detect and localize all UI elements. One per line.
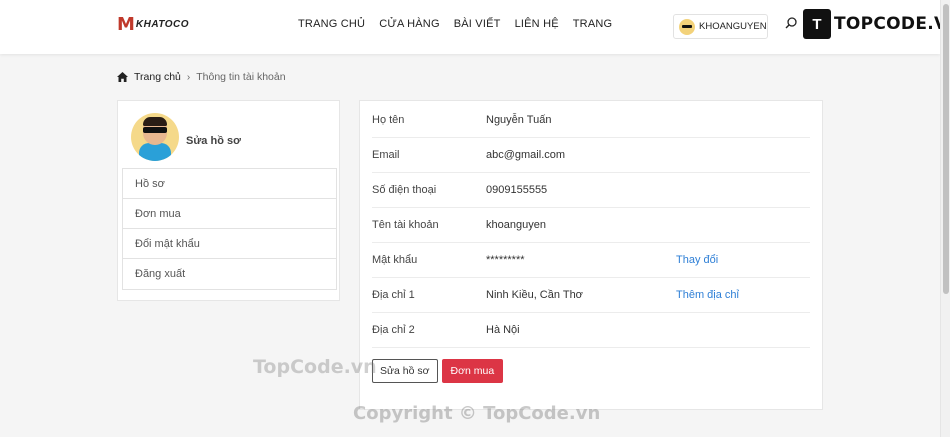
row-value: abc@gmail.com [486,149,566,161]
home-icon [117,72,128,82]
row-label: Địa chỉ 1 [372,289,415,301]
breadcrumb: Trang chủ › Thông tin tài khoản [117,71,286,83]
change-password-link[interactable]: Thay đổi [676,254,718,266]
breadcrumb-home[interactable]: Trang chủ [134,71,181,83]
main-nav: TRANG CHỦ CỬA HÀNG BÀI VIẾT LIÊN HỆ TRAN… [298,18,612,30]
avatar [131,113,179,161]
chevron-right-icon: › [186,71,191,83]
info-row-phone: Số điện thoại 0909155555 [372,173,810,208]
row-label: Họ tên [372,114,405,126]
orders-button[interactable]: Đơn mua [441,359,504,383]
info-row-address-1: Địa chỉ 1 Ninh Kiều, Cần Thơ Thêm địa ch… [372,278,810,313]
account-info-card: Họ tên Nguyễn Tuấn Email abc@gmail.com S… [359,100,823,410]
row-value: ********* [486,254,525,266]
nav-home[interactable]: TRANG CHỦ [298,18,365,30]
logo-text: KHATOCO [135,19,190,30]
user-avatar-icon [679,18,695,35]
info-row-address-2: Địa chỉ 2 Hà Nội [372,313,810,348]
sidebar-item-logout[interactable]: Đăng xuất [123,259,336,289]
row-label: Địa chỉ 2 [372,324,415,336]
page-scrollbar[interactable] [940,0,950,437]
nav-blog[interactable]: BÀI VIẾT [454,18,501,30]
nav-contact[interactable]: LIÊN HỆ [515,18,559,30]
username-label: KHOANGUYEN [699,21,767,32]
topcode-text: TOPCODE.VN [834,14,950,34]
sidebar-item-change-password[interactable]: Đổi mật khẩu [123,229,336,259]
row-label: Số điện thoại [372,184,437,196]
row-value: Hà Nội [486,324,520,336]
edit-profile-link[interactable]: Sửa hồ sơ [186,135,241,147]
top-header: M KHATOCO TRANG CHỦ CỬA HÀNG BÀI VIẾT LI… [0,0,950,54]
watermark-topcode: TopCode.vn [253,356,377,378]
sidebar-menu: Hồ sơ Đơn mua Đổi mật khẩu Đăng xuất [122,168,337,290]
action-buttons: Sửa hồ sơ Đơn mua [372,359,504,383]
sidebar-item-orders[interactable]: Đơn mua [123,199,336,229]
info-row-password: Mật khẩu ********* Thay đổi [372,243,810,278]
profile-sidebar: Sửa hồ sơ Hồ sơ Đơn mua Đổi mật khẩu Đăn… [117,100,340,301]
add-address-link[interactable]: Thêm địa chỉ [676,289,739,301]
user-menu-button[interactable]: KHOANGUYEN [673,14,768,39]
nav-shop[interactable]: CỬA HÀNG [379,18,440,30]
row-label: Tên tài khoản [372,219,439,231]
site-logo[interactable]: M KHATOCO [117,14,189,35]
edit-profile-button[interactable]: Sửa hồ sơ [372,359,438,383]
scrollbar-thumb[interactable] [943,4,949,294]
row-label: Email [372,149,400,161]
row-label: Mật khẩu [372,254,418,266]
topcode-badge: T TOPCODE.VN [803,9,950,39]
row-value: 0909155555 [486,184,548,196]
info-row-username: Tên tài khoản khoanguyen [372,208,810,243]
watermark-copyright: Copyright © TopCode.vn [353,403,601,424]
breadcrumb-current: Thông tin tài khoản [196,71,286,83]
row-value: Nguyễn Tuấn [486,114,552,126]
logo-mark: M [117,14,135,35]
info-row-fullname: Họ tên Nguyễn Tuấn [372,103,810,138]
sidebar-item-profile[interactable]: Hồ sơ [123,169,336,199]
row-value: khoanguyen [486,219,546,231]
topcode-logo-icon: T [803,9,831,39]
account-info-table: Họ tên Nguyễn Tuấn Email abc@gmail.com S… [372,103,810,348]
search-icon[interactable] [785,17,797,29]
info-row-email: Email abc@gmail.com [372,138,810,173]
row-value: Ninh Kiều, Cần Thơ [486,289,583,301]
nav-pages[interactable]: TRANG [573,18,613,30]
